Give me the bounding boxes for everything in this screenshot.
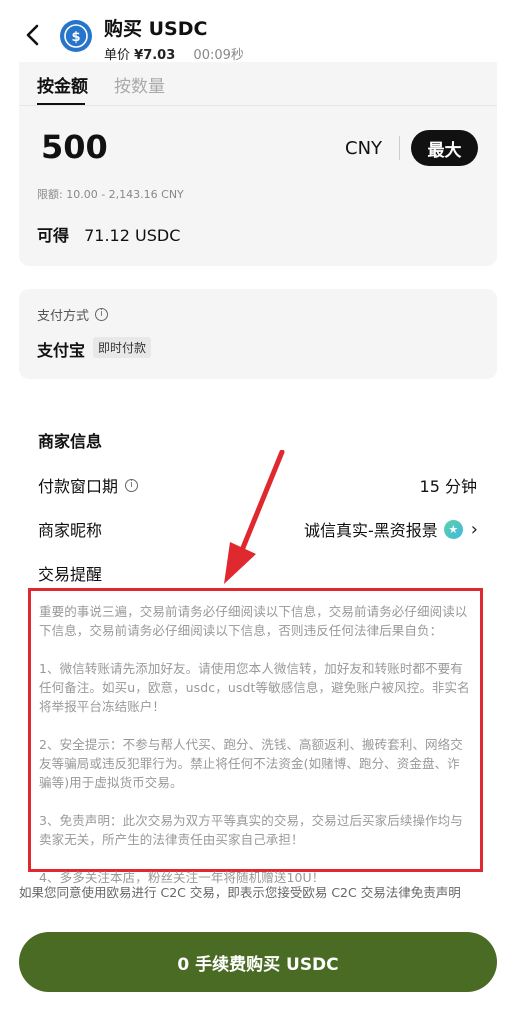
notice-paragraph: 3、免责声明：此次交易为双方平等真实的交易，交易过后买家后续操作均与卖家无关，所… — [39, 813, 463, 847]
tab-by-amount[interactable]: 按金额 — [37, 72, 88, 97]
merchant-info-title: 商家信息 — [38, 432, 103, 451]
merchant-nickname-label: 商家昵称 — [38, 521, 103, 540]
payment-window-value: 15 分钟 — [419, 477, 477, 496]
price-line: 单价 ¥7.03 00:09秒 — [104, 44, 244, 63]
tab-by-quantity[interactable]: 按数量 — [114, 72, 165, 97]
usdc-coin-icon: $ — [60, 20, 92, 52]
currency-separator — [399, 136, 400, 160]
trade-reminder-label: 交易提醒 — [38, 565, 103, 584]
currency-label: CNY — [345, 138, 383, 159]
instant-pay-tag: 即时付款 — [93, 337, 152, 358]
receive-row: 可得 71.12 USDC — [37, 222, 180, 246]
page-title: 购买 USDC — [104, 18, 208, 40]
payment-method-label-row: 支付方式 i — [37, 305, 109, 324]
notice-paragraph: 重要的事说三遍，交易前请务必仔细阅读以下信息，交易前请务必仔细阅读以下信息，交易… — [39, 604, 468, 638]
annotation-arrow-icon — [224, 450, 285, 584]
notice-paragraph: 2、安全提示：不参与帮人代买、跑分、洗钱、高额返利、搬砖套利、网络交友等骗局或违… — [39, 737, 463, 790]
price-value: ¥7.03 — [134, 48, 176, 63]
trade-notice-box: 重要的事说三遍，交易前请务必仔细阅读以下信息，交易前请务必仔细阅读以下信息，交易… — [28, 588, 483, 885]
receive-label: 可得 — [37, 226, 70, 245]
svg-text:$: $ — [71, 30, 80, 45]
price-label: 单价 — [104, 48, 131, 63]
page-header: $ 购买 USDC 单价 ¥7.03 00:09秒 — [0, 0, 514, 63]
merchant-nickname-link[interactable]: 诚信真实-黑资报景 ★ › — [304, 517, 478, 541]
verified-badge-icon: ★ — [443, 519, 463, 539]
limit-text: 限额: 10.00 - 2,143.16 CNY — [37, 188, 184, 201]
payment-card[interactable]: 支付方式 i 支付宝 即时付款 — [19, 289, 497, 379]
tabs-divider — [19, 105, 497, 106]
max-button[interactable]: 最大 — [411, 130, 478, 166]
amount-input[interactable]: 500 — [41, 128, 108, 166]
info-icon[interactable]: i — [125, 478, 139, 492]
legal-disclaimer[interactable]: 如果您同意使用欧易进行 C2C 交易，即表示您接受欧易 C2C 交易法律免责声明 — [19, 884, 495, 902]
back-arrow-icon[interactable] — [22, 22, 44, 48]
countdown-timer: 00:09秒 — [193, 48, 244, 63]
merchant-nickname-value: 诚信真实-黑资报景 — [304, 521, 438, 540]
receive-value: 71.12 USDC — [84, 226, 181, 245]
chevron-right-icon: › — [470, 518, 478, 540]
info-icon[interactable]: i — [95, 308, 109, 321]
payment-window-label-row: 付款窗口期 i — [38, 473, 139, 497]
payment-method-label: 支付方式 — [37, 309, 90, 324]
notice-paragraph: 1、微信转账请先添加好友。请使用您本人微信转，加好友和转账时都不要有任何备注。如… — [39, 661, 470, 714]
payment-window-label: 付款窗口期 — [38, 477, 119, 496]
order-card: 按金额 按数量 500 CNY 最大 限额: 10.00 - 2,143.16 … — [19, 62, 497, 266]
payment-method-name: 支付宝 — [37, 341, 86, 360]
buy-button[interactable]: 0 手续费购买 USDC — [19, 932, 497, 992]
